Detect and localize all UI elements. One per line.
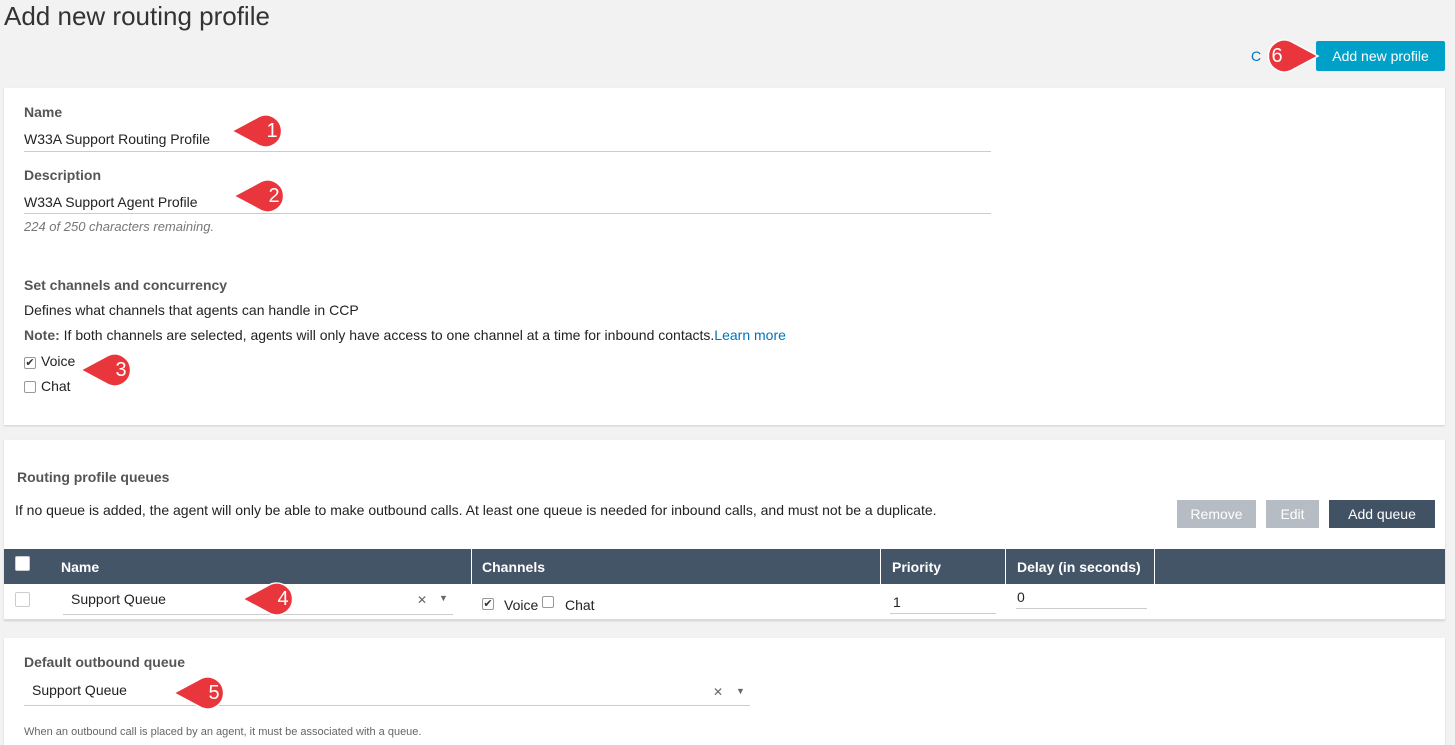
description-label: Description xyxy=(24,167,102,183)
row-voice-checkbox[interactable]: ✔ xyxy=(482,598,494,610)
select-all-checkbox[interactable] xyxy=(15,556,30,571)
chat-checkbox[interactable] xyxy=(24,381,36,393)
voice-checkbox[interactable]: ✔ xyxy=(24,357,36,369)
callout-number: 5 xyxy=(208,681,220,704)
callout-number: 1 xyxy=(266,119,278,142)
column-priority[interactable]: Priority xyxy=(892,549,941,584)
add-queue-button[interactable]: Add queue xyxy=(1329,500,1435,528)
callout-1: 1 xyxy=(230,112,296,150)
outbound-label: Default outbound queue xyxy=(24,654,185,670)
chevron-down-icon[interactable]: ▼ xyxy=(439,593,448,603)
callout-number: 6 xyxy=(1271,44,1283,67)
column-divider xyxy=(471,549,472,584)
outbound-underline xyxy=(24,705,750,706)
remove-queue-button[interactable]: Remove xyxy=(1177,500,1256,528)
page-title: Add new routing profile xyxy=(4,1,270,31)
callout-number: 4 xyxy=(277,587,289,610)
note-text: If both channels are selected, agents wi… xyxy=(59,327,715,343)
add-new-profile-button[interactable]: Add new profile xyxy=(1316,41,1445,71)
delay-underline xyxy=(1016,608,1147,609)
priority-underline xyxy=(890,613,996,614)
char-remaining: 224 of 250 characters remaining. xyxy=(24,219,215,234)
chevron-down-icon[interactable]: ▼ xyxy=(736,686,745,696)
name-underline xyxy=(24,151,991,152)
column-name[interactable]: Name xyxy=(61,549,99,584)
column-divider xyxy=(880,549,881,584)
row-voice-label: Voice xyxy=(504,597,539,613)
queues-description: If no queue is added, the agent will onl… xyxy=(15,502,937,518)
queue-select[interactable]: Support Queue xyxy=(71,591,166,607)
edit-queue-button[interactable]: Edit xyxy=(1266,500,1319,528)
row-chat-label: Chat xyxy=(565,597,595,613)
column-delay[interactable]: Delay (in seconds) xyxy=(1017,549,1141,584)
outbound-hint: When an outbound call is placed by an ag… xyxy=(24,726,422,738)
channels-heading: Set channels and concurrency xyxy=(24,277,228,293)
note-label: Note: xyxy=(24,327,60,343)
callout-number: 3 xyxy=(115,358,127,381)
description-underline xyxy=(24,213,991,214)
name-label: Name xyxy=(24,104,63,120)
outbound-queue-select[interactable]: Support Queue xyxy=(32,682,127,698)
column-divider xyxy=(1154,549,1155,584)
chat-label: Chat xyxy=(41,378,71,394)
description-input[interactable]: W33A Support Agent Profile xyxy=(24,194,198,210)
delay-input[interactable]: 0 xyxy=(1017,589,1025,605)
callout-3: 3 xyxy=(79,351,145,389)
column-divider xyxy=(1005,549,1006,584)
queues-table-header: Name Channels Priority Delay (in seconds… xyxy=(4,549,1445,584)
row-checkbox[interactable] xyxy=(15,592,30,607)
table-row: Support Queue ✕ ▼ ✔ Voice Chat 1 0 xyxy=(4,584,1445,620)
top-action-bar xyxy=(4,35,1451,85)
queues-heading: Routing profile queues xyxy=(17,469,170,485)
channels-description: Defines what channels that agents can ha… xyxy=(24,302,359,318)
row-chat-checkbox[interactable] xyxy=(542,596,554,608)
column-channels[interactable]: Channels xyxy=(482,549,545,584)
priority-input[interactable]: 1 xyxy=(893,594,901,610)
channels-note: Note: If both channels are selected, age… xyxy=(24,327,786,343)
clear-icon[interactable]: ✕ xyxy=(417,593,427,607)
callout-2: 2 xyxy=(232,177,298,215)
voice-label: Voice xyxy=(41,353,76,369)
callout-4: 4 xyxy=(241,580,307,618)
callout-5: 5 xyxy=(172,674,238,712)
callout-6: 6 xyxy=(1254,37,1320,75)
name-input[interactable]: W33A Support Routing Profile xyxy=(24,131,210,147)
callout-number: 2 xyxy=(268,184,280,207)
learn-more-link[interactable]: Learn more xyxy=(714,327,786,343)
clear-icon[interactable]: ✕ xyxy=(713,685,723,699)
profile-details-panel xyxy=(4,88,1445,425)
